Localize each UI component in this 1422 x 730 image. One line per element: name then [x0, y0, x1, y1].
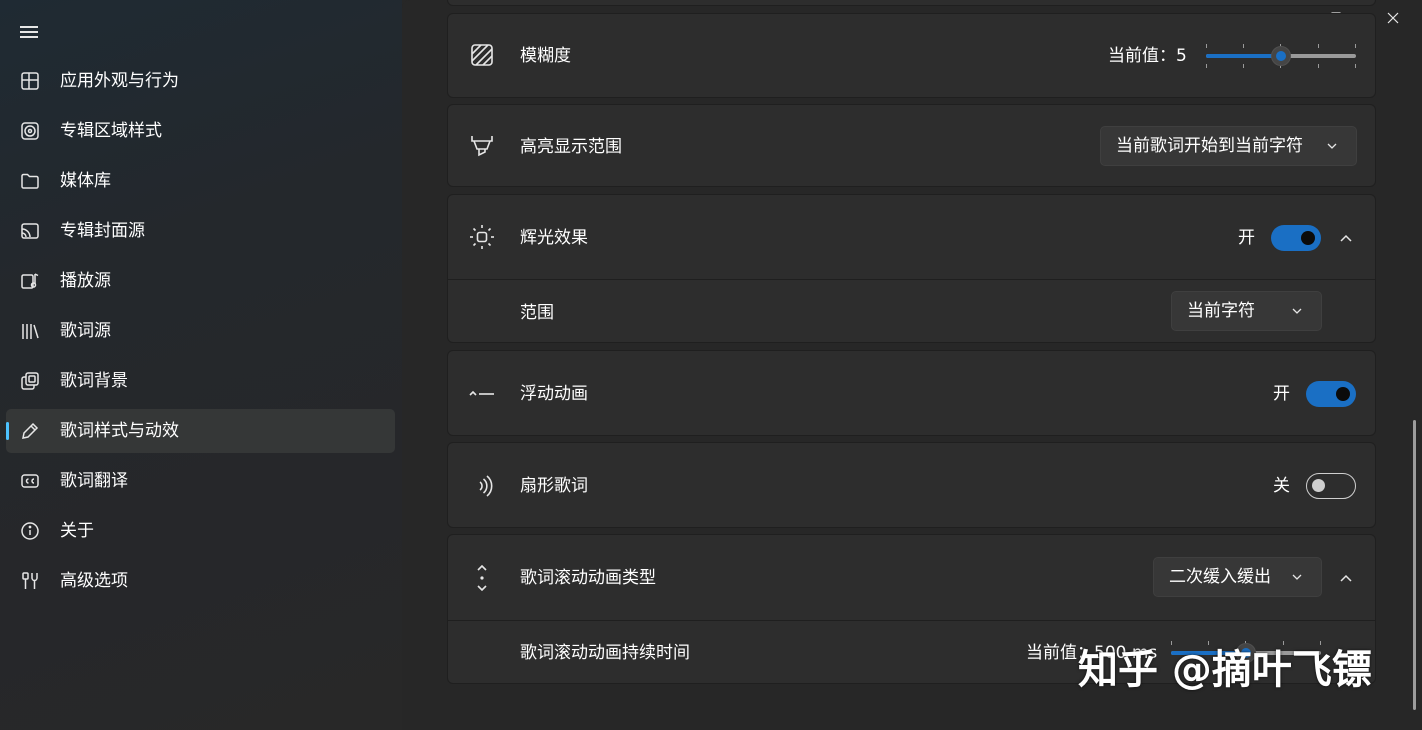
- cover-source-icon: [21, 223, 39, 239]
- slider-value-text: 当前值：5: [1108, 46, 1187, 66]
- selection-indicator: [6, 422, 9, 440]
- album-icon: [21, 122, 39, 140]
- tools-icon: [22, 572, 38, 589]
- float-animation-toggle[interactable]: [1306, 381, 1356, 407]
- sun-icon: [470, 225, 494, 249]
- setting-fan-lyrics: 扇形歌词 关: [447, 442, 1376, 528]
- sidebar-item-label: 歌词背景: [60, 371, 128, 391]
- slider-thumb[interactable]: [1271, 46, 1291, 66]
- setting-label: 歌词滚动动画类型: [520, 568, 656, 588]
- sidebar-item-label: 播放源: [60, 271, 111, 291]
- settings-card-partial: [447, 0, 1376, 6]
- background-icon: [21, 372, 39, 390]
- sidebar-item-label: 高级选项: [60, 571, 128, 591]
- toggle-state-text: 关: [1273, 476, 1290, 496]
- sidebar-item-label: 媒体库: [60, 171, 111, 191]
- blur-slider[interactable]: [1206, 44, 1356, 68]
- music-source-icon: [21, 273, 39, 289]
- scroll-type-dropdown[interactable]: 二次缓入缓出: [1153, 557, 1322, 597]
- setting-label: 扇形歌词: [520, 476, 588, 496]
- toggle-state-text: 开: [1238, 228, 1255, 248]
- toggle-state-text: 开: [1273, 384, 1290, 404]
- glow-toggle[interactable]: [1271, 225, 1321, 251]
- sidebar-item-lyrics-source[interactable]: 歌词源: [6, 309, 395, 353]
- close-icon[interactable]: [1383, 8, 1403, 28]
- dropdown-value: 二次缓入缓出: [1169, 567, 1271, 587]
- setting-label: 辉光效果: [520, 228, 588, 248]
- sidebar-item-label: 歌词翻译: [60, 471, 128, 491]
- sidebar-item-advanced[interactable]: 高级选项: [6, 559, 395, 603]
- sidebar-item-media-library[interactable]: 媒体库: [6, 159, 395, 203]
- sidebar-item-lyrics-translation[interactable]: 歌词翻译: [6, 459, 395, 503]
- chevron-down-icon: [1327, 143, 1337, 149]
- divider: [448, 620, 1375, 621]
- setting-blur: 模糊度 当前值：5: [447, 13, 1376, 98]
- library-icon: [22, 324, 39, 339]
- fan-lyrics-icon: [479, 475, 493, 497]
- sidebar-item-lyrics-background[interactable]: 歌词背景: [6, 359, 395, 403]
- setting-label: 高亮显示范围: [520, 137, 622, 157]
- setting-highlight-range: 高亮显示范围 当前歌词开始到当前字符: [447, 104, 1376, 187]
- blur-icon: [471, 44, 493, 66]
- dropdown-value: 当前歌词开始到当前字符: [1116, 136, 1303, 156]
- dropdown-value: 当前字符: [1187, 301, 1255, 321]
- scroll-type-icon: [477, 565, 487, 591]
- sidebar-item-lyrics-style[interactable]: 歌词样式与动效: [6, 409, 395, 453]
- setting-label: 歌词滚动动画持续时间: [520, 643, 690, 663]
- sidebar-item-cover-source[interactable]: 专辑封面源: [6, 209, 395, 253]
- pen-icon: [22, 422, 39, 439]
- sidebar-item-about[interactable]: 关于: [6, 509, 395, 553]
- sidebar-item-label: 应用外观与行为: [60, 71, 179, 91]
- watermark: 知乎 @摘叶飞镖: [1078, 647, 1372, 693]
- divider: [448, 279, 1375, 280]
- chevron-down-icon: [1292, 308, 1302, 314]
- sidebar-item-label: 专辑封面源: [60, 221, 145, 241]
- info-icon: [21, 522, 39, 540]
- chevron-up-icon[interactable]: [1338, 570, 1354, 586]
- sidebar-item-album-style[interactable]: 专辑区域样式: [6, 109, 395, 153]
- highlight-icon: [471, 136, 493, 157]
- sidebar-item-label: 歌词源: [60, 321, 111, 341]
- sidebar-item-label: 关于: [60, 521, 94, 541]
- sidebar-item-play-source[interactable]: 播放源: [6, 259, 395, 303]
- setting-label: 范围: [520, 303, 554, 323]
- setting-label: 浮动动画: [520, 384, 588, 404]
- setting-label: 模糊度: [520, 46, 571, 66]
- sidebar: 应用外观与行为 专辑区域样式 媒体库 专辑封面源 播放源 歌词源 歌词背景 歌词…: [0, 0, 402, 730]
- setting-glow: 辉光效果 开 范围 当前字符: [447, 194, 1376, 343]
- chevron-up-icon[interactable]: [1338, 230, 1354, 246]
- sidebar-item-appearance[interactable]: 应用外观与行为: [6, 59, 395, 103]
- chevron-down-icon: [1292, 574, 1302, 580]
- sidebar-item-label: 歌词样式与动效: [60, 421, 179, 441]
- float-animation-icon: [469, 390, 494, 396]
- scrollbar[interactable]: [1413, 420, 1416, 710]
- cc-icon: [21, 474, 39, 488]
- highlight-range-dropdown[interactable]: 当前歌词开始到当前字符: [1100, 126, 1357, 166]
- glow-range-dropdown[interactable]: 当前字符: [1171, 291, 1322, 331]
- hamburger-menu-icon[interactable]: [20, 24, 40, 40]
- fan-lyrics-toggle[interactable]: [1306, 473, 1356, 499]
- setting-float-animation: 浮动动画 开: [447, 350, 1376, 436]
- layout-icon: [21, 72, 39, 90]
- sidebar-item-label: 专辑区域样式: [60, 121, 162, 141]
- folder-icon: [21, 173, 39, 189]
